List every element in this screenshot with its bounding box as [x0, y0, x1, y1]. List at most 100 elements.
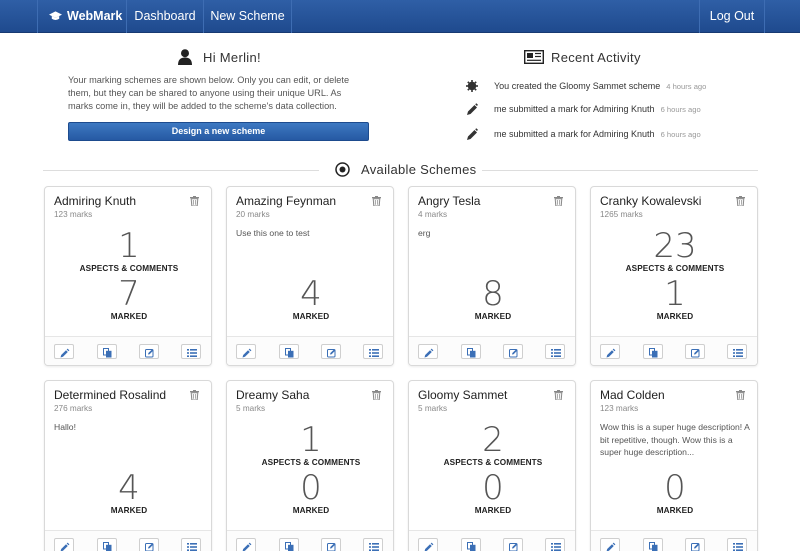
mark-button[interactable]	[685, 344, 705, 359]
copy-button[interactable]	[279, 344, 299, 359]
trash-icon[interactable]	[190, 196, 199, 206]
list-icon	[369, 349, 379, 357]
trash-icon[interactable]	[372, 390, 381, 400]
card-footer	[227, 530, 393, 551]
list-button[interactable]	[181, 344, 201, 359]
scheme-name[interactable]: Admiring Knuth	[54, 194, 136, 208]
scheme-name[interactable]: Amazing Feynman	[236, 194, 336, 208]
copy-button[interactable]	[97, 538, 117, 551]
list-button[interactable]	[727, 538, 747, 551]
mark-button[interactable]	[503, 344, 523, 359]
card-footer	[409, 530, 575, 551]
mark-icon	[509, 349, 518, 358]
trash-icon[interactable]	[736, 390, 745, 400]
scheme-name[interactable]: Angry Tesla	[418, 194, 480, 208]
trash-icon[interactable]	[554, 196, 563, 206]
edit-button[interactable]	[418, 344, 438, 359]
trash-icon[interactable]	[190, 390, 199, 400]
aspects-count: 1	[300, 420, 322, 460]
edit-button[interactable]	[54, 344, 74, 359]
scheme-card: Mad Colden 123 marks Wow this is a super h…	[590, 380, 758, 551]
scheme-card: Cranky Kowalevski 1265 marks 23 ASPECTS & C…	[590, 186, 758, 366]
intro-text: Your marking schemes are shown below. On…	[68, 75, 350, 111]
edit-button[interactable]	[54, 538, 74, 551]
aspects-count: 2	[482, 420, 504, 460]
scheme-name[interactable]: Mad Colden	[600, 388, 665, 402]
scheme-description: erg	[418, 228, 431, 238]
copy-button[interactable]	[643, 538, 663, 551]
edit-button[interactable]	[236, 538, 256, 551]
schemes-title: Available Schemes	[361, 162, 477, 177]
copy-button[interactable]	[97, 344, 117, 359]
mark-icon	[509, 543, 518, 551]
edit-button[interactable]	[600, 538, 620, 551]
scheme-name[interactable]: Cranky Kowalevski	[600, 194, 701, 208]
target-icon	[335, 162, 350, 177]
copy-button[interactable]	[643, 344, 663, 359]
mark-button[interactable]	[139, 344, 159, 359]
newspaper-icon	[524, 50, 544, 64]
copy-button[interactable]	[461, 538, 481, 551]
mark-button[interactable]	[321, 538, 341, 551]
scheme-card: Admiring Knuth 123 marks 1 ASPECTS & COMMEN…	[44, 186, 212, 366]
marked-label: MARKED	[110, 312, 148, 321]
copy-button[interactable]	[279, 538, 299, 551]
card-footer	[409, 336, 575, 365]
activity-text: You created the Gloomy Sammet scheme	[494, 81, 661, 91]
scheme-mark-count: 123 marks	[600, 404, 639, 413]
mark-button[interactable]	[503, 538, 523, 551]
scheme-name[interactable]: Determined Rosalind	[54, 388, 166, 402]
nav-dashboard[interactable]: Dashboard	[127, 0, 204, 33]
marked-label: MARKED	[292, 506, 330, 515]
trash-icon[interactable]	[554, 390, 563, 400]
mark-button[interactable]	[139, 538, 159, 551]
copy-icon	[649, 542, 658, 551]
trash-icon[interactable]	[736, 196, 745, 206]
mark-button[interactable]	[685, 538, 705, 551]
copy-icon	[285, 348, 294, 358]
marked-label: MARKED	[474, 506, 512, 515]
marked-count: 0	[482, 468, 504, 508]
edit-button[interactable]	[600, 344, 620, 359]
mark-button[interactable]	[321, 344, 341, 359]
greeting-title: Hi Merlin!	[203, 50, 261, 65]
list-button[interactable]	[181, 538, 201, 551]
mark-icon	[327, 349, 336, 358]
activity-text: me submitted a mark for Admiring Knuth	[494, 104, 655, 114]
activity-title: Recent Activity	[551, 50, 641, 65]
pencil-icon	[467, 128, 478, 140]
scheme-mark-count: 1265 marks	[600, 210, 643, 219]
nav-new-scheme[interactable]: New Scheme	[204, 0, 292, 33]
scheme-description: Hallo!	[54, 422, 76, 432]
divider-left	[43, 170, 319, 171]
marked-label: MARKED	[110, 506, 148, 515]
scheme-description: Wow this is a super huge description! A …	[600, 422, 750, 457]
scheme-name[interactable]: Gloomy Sammet	[418, 388, 507, 402]
scheme-name[interactable]: Dreamy Saha	[236, 388, 309, 402]
list-button[interactable]	[545, 344, 565, 359]
brand-link[interactable]: WebMark	[37, 0, 127, 33]
list-icon	[551, 543, 561, 551]
design-scheme-button[interactable]: Design a new scheme	[68, 122, 369, 141]
scheme-description: Use this one to test	[236, 228, 310, 238]
trash-icon[interactable]	[372, 196, 381, 206]
activity-time: 6 hours ago	[660, 105, 701, 114]
marked-count: 0	[300, 468, 322, 508]
marked-count: 8	[482, 274, 504, 314]
marked-count: 4	[300, 274, 322, 314]
mark-icon	[145, 543, 154, 551]
user-icon	[178, 49, 192, 65]
list-button[interactable]	[545, 538, 565, 551]
list-button[interactable]	[727, 344, 747, 359]
pencil-icon	[467, 103, 478, 115]
edit-button[interactable]	[418, 538, 438, 551]
card-footer	[45, 336, 211, 365]
edit-button[interactable]	[236, 344, 256, 359]
list-button[interactable]	[363, 538, 383, 551]
mark-icon	[691, 543, 700, 551]
nav-logout[interactable]: Log Out	[699, 0, 765, 33]
marked-label: MARKED	[292, 312, 330, 321]
marked-label: MARKED	[656, 312, 694, 321]
list-button[interactable]	[363, 344, 383, 359]
copy-button[interactable]	[461, 344, 481, 359]
